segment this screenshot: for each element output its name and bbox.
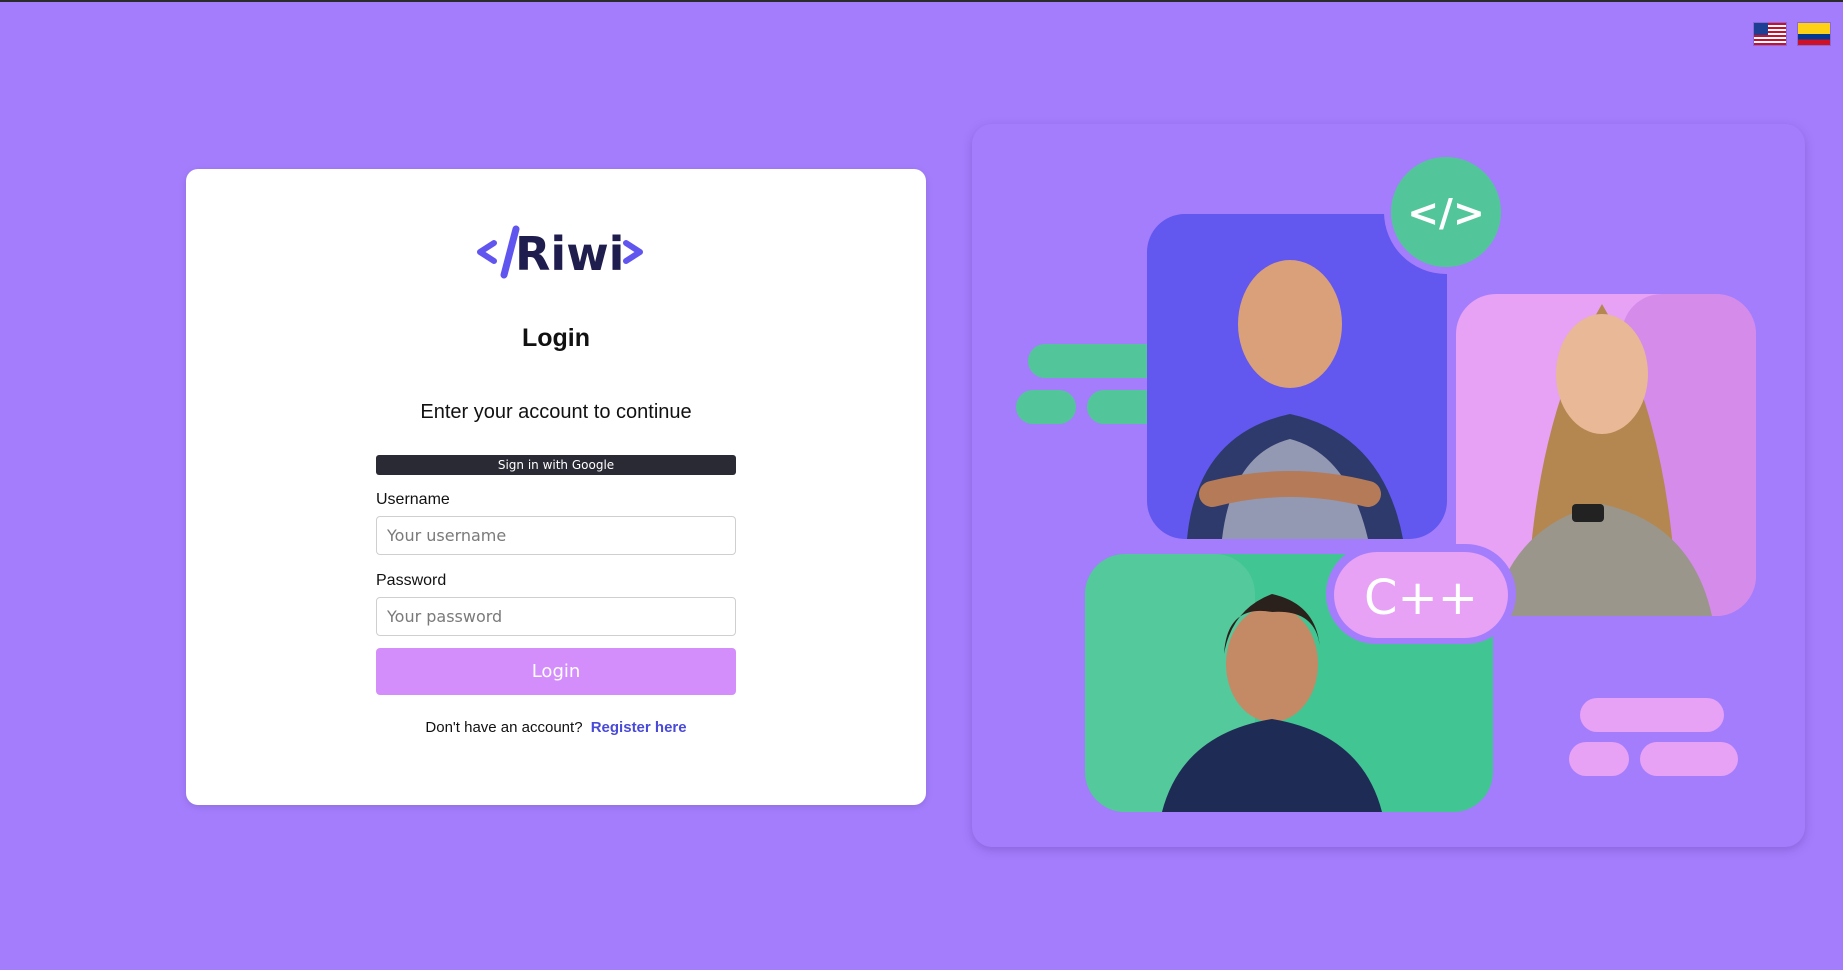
code-badge-text: </> xyxy=(1407,191,1485,235)
us-flag-icon[interactable] xyxy=(1753,22,1787,46)
register-prompt-text: Don't have an account? xyxy=(425,719,583,736)
login-subtitle: Enter your account to continue xyxy=(420,401,692,423)
decor-pill xyxy=(1016,390,1076,424)
decor-pill xyxy=(1580,698,1724,732)
riwi-logo: Riwi xyxy=(476,221,646,281)
username-label: Username xyxy=(376,491,450,508)
login-button[interactable]: Login xyxy=(376,648,736,695)
google-signin-button[interactable]: Sign in with Google xyxy=(376,455,736,475)
hero-illustration: </> C++ xyxy=(1016,150,1756,812)
decor-pill xyxy=(1640,742,1738,776)
password-label: Password xyxy=(376,572,447,589)
logo-wordmark: Riwi xyxy=(515,227,624,281)
login-title: Login xyxy=(521,324,591,352)
decor-pill xyxy=(1569,742,1629,776)
cpp-badge-text: C++ xyxy=(1364,570,1478,626)
username-input[interactable] xyxy=(376,516,736,555)
colombia-flag-icon[interactable] xyxy=(1797,22,1831,46)
password-input[interactable] xyxy=(376,597,736,636)
register-prompt: Don't have an account? Register here xyxy=(186,719,926,736)
language-switcher xyxy=(1753,22,1831,46)
login-card: Riwi Login Enter your account to continu… xyxy=(186,169,926,805)
hero-illustration-panel: </> C++ xyxy=(972,124,1805,847)
register-link[interactable]: Register here xyxy=(591,719,687,736)
